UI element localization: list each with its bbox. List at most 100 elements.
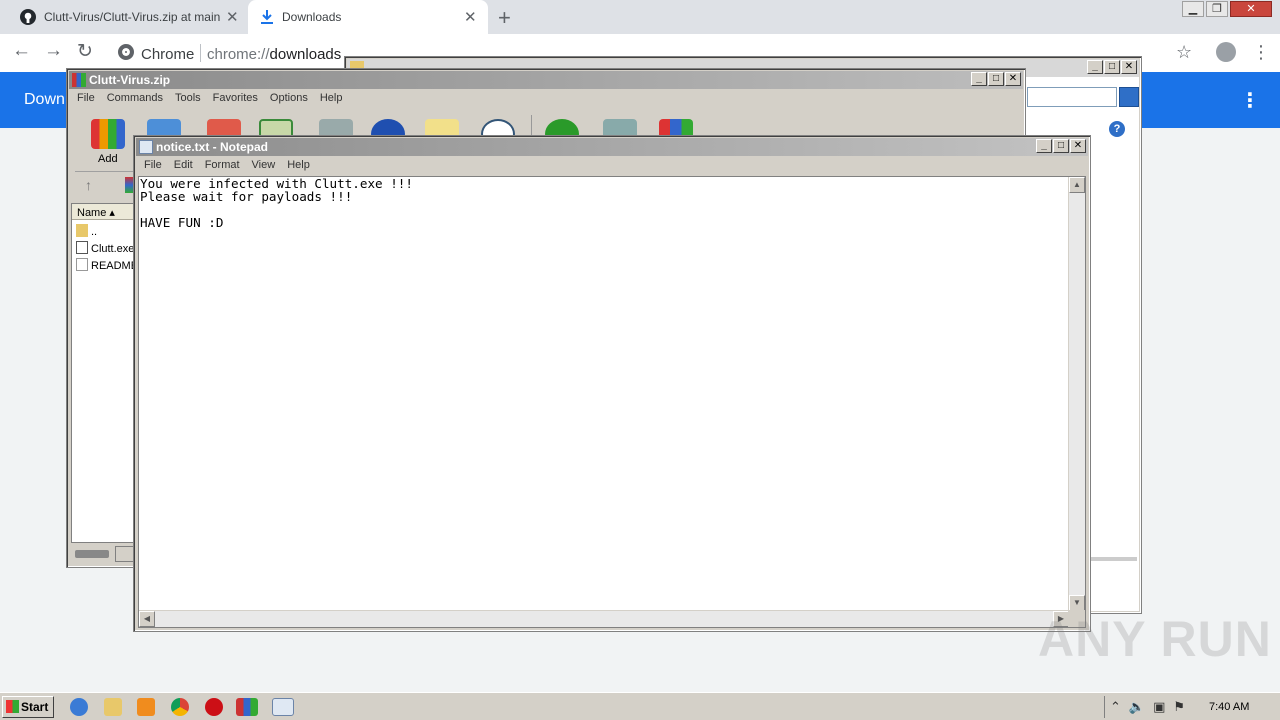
profile-icon[interactable] xyxy=(1216,42,1236,62)
star-icon[interactable]: ☆ xyxy=(1176,42,1192,63)
search-icon[interactable] xyxy=(1119,87,1139,107)
menu-file[interactable]: File xyxy=(71,90,101,108)
file-name: Clutt.exe xyxy=(91,243,134,255)
text-editor[interactable]: You were infected with Clutt.exe !!! Ple… xyxy=(138,176,1086,628)
close-button[interactable]: ✕ xyxy=(1121,60,1137,74)
winrar-statusbar xyxy=(71,545,135,563)
downloads-menu-icon[interactable]: ⋮ xyxy=(1240,88,1260,113)
exe-icon xyxy=(76,241,88,254)
menu-options[interactable]: Options xyxy=(264,90,314,108)
minimize-button[interactable]: _ xyxy=(1087,60,1103,74)
list-item[interactable]: Clutt.exe xyxy=(76,241,134,255)
list-item[interactable]: .. xyxy=(76,224,134,238)
winrar-titlebar[interactable]: Clutt-Virus.zip _ □ ✕ xyxy=(69,71,1023,89)
menu-view[interactable]: View xyxy=(246,157,282,175)
folder-icon xyxy=(76,224,88,237)
menu-file[interactable]: File xyxy=(138,157,168,175)
kebab-menu-icon[interactable]: ⋮ xyxy=(1252,42,1270,63)
window-title: notice.txt - Notepad xyxy=(156,140,269,154)
omnibox-url: chrome://downloads xyxy=(207,46,341,63)
menu-help[interactable]: Help xyxy=(281,157,316,175)
drive-icon xyxy=(75,550,109,558)
minimize-button[interactable]: ▁ xyxy=(1182,1,1204,17)
opera-icon[interactable] xyxy=(205,698,223,716)
url-prefix: chrome:// xyxy=(207,46,270,63)
add-button-label: Add xyxy=(98,153,118,165)
minimize-button[interactable]: _ xyxy=(1036,139,1052,153)
tab-close-icon[interactable]: ✕ xyxy=(464,8,477,26)
chevron-up-icon[interactable]: ⌃ xyxy=(1110,699,1121,715)
list-item[interactable]: README xyxy=(76,258,134,272)
download-icon xyxy=(261,10,273,24)
up-arrow-icon[interactable]: ↑ xyxy=(85,177,92,193)
file-name: README xyxy=(91,260,134,272)
back-arrow-icon[interactable]: ← xyxy=(12,40,31,62)
window-title: Clutt-Virus.zip xyxy=(89,73,171,87)
forward-arrow-icon[interactable]: → xyxy=(44,40,63,62)
tab-title: Clutt-Virus/Clutt-Virus.zip at main · N xyxy=(44,10,220,24)
chrome-tabstrip: Clutt-Virus/Clutt-Virus.zip at main · N … xyxy=(0,0,1280,34)
document-text[interactable]: You were infected with Clutt.exe !!! Ple… xyxy=(140,177,413,229)
omnibox-divider xyxy=(200,44,201,62)
new-tab-button[interactable]: + xyxy=(498,5,511,31)
page-title: Down xyxy=(24,91,65,108)
winrar-task-icon[interactable] xyxy=(236,698,258,716)
add-archive-icon[interactable] xyxy=(91,119,125,149)
search-input[interactable] xyxy=(1027,87,1117,107)
browser-window-controls: ▁ ❐ ✕ xyxy=(1182,1,1272,17)
notepad-window: notice.txt - Notepad _ □ ✕ File Edit For… xyxy=(133,135,1091,632)
ie-icon[interactable] xyxy=(70,698,88,716)
menu-help[interactable]: Help xyxy=(314,90,349,108)
column-label: Name xyxy=(77,207,107,219)
menu-commands[interactable]: Commands xyxy=(101,90,169,108)
url-host: downloads xyxy=(269,46,342,63)
media-player-icon[interactable] xyxy=(137,698,155,716)
winrar-icon xyxy=(72,73,86,87)
name-column-header[interactable]: Name ▴ xyxy=(72,204,134,220)
notepad-icon xyxy=(139,140,153,154)
reload-icon[interactable]: ↻ xyxy=(77,40,93,63)
notepad-menubar: File Edit Format View Help xyxy=(138,157,316,175)
vertical-scrollbar[interactable]: ▲ ▼ xyxy=(1068,177,1085,611)
menu-favorites[interactable]: Favorites xyxy=(207,90,264,108)
start-label: Start xyxy=(21,700,49,714)
start-button[interactable]: Start xyxy=(2,696,54,718)
close-button[interactable]: ✕ xyxy=(1005,72,1021,86)
anyrun-watermark: ANY RUN xyxy=(1038,611,1272,667)
menu-format[interactable]: Format xyxy=(199,157,246,175)
action-center-flag-icon[interactable]: ⚑ xyxy=(1173,699,1185,715)
winrar-menubar: File Commands Tools Favorites Options He… xyxy=(71,90,348,108)
status-cell xyxy=(115,546,135,562)
close-button[interactable]: ✕ xyxy=(1070,139,1086,153)
tray-divider xyxy=(1104,696,1105,718)
clock: 7:40 AM xyxy=(1209,701,1250,713)
explorer-strip xyxy=(1091,557,1137,561)
github-icon xyxy=(20,9,36,25)
scroll-up-icon[interactable]: ▲ xyxy=(1069,177,1085,193)
menu-edit[interactable]: Edit xyxy=(168,157,199,175)
maximize-button[interactable]: □ xyxy=(1053,139,1069,153)
restore-button[interactable]: ❐ xyxy=(1206,1,1228,17)
close-button[interactable]: ✕ xyxy=(1230,1,1272,17)
scroll-down-icon[interactable]: ▼ xyxy=(1069,595,1085,611)
explorer-icon[interactable] xyxy=(104,698,122,716)
volume-icon[interactable]: 🔈 xyxy=(1129,699,1145,715)
minimize-button[interactable]: _ xyxy=(971,72,987,86)
notepad-task-icon[interactable] xyxy=(272,698,294,716)
network-icon[interactable]: ▣ xyxy=(1153,699,1165,715)
menu-tools[interactable]: Tools xyxy=(169,90,207,108)
tab-github[interactable]: Clutt-Virus/Clutt-Virus.zip at main · N … xyxy=(0,0,246,34)
help-icon[interactable]: ? xyxy=(1109,121,1125,137)
maximize-button[interactable]: □ xyxy=(988,72,1004,86)
horizontal-scrollbar[interactable]: ◀ ▶ xyxy=(139,610,1069,627)
start-flag-icon xyxy=(6,700,19,713)
taskbar: Start ⌃ 🔈 ▣ ⚑ 7:40 AM xyxy=(0,692,1280,720)
scroll-left-icon[interactable]: ◀ xyxy=(139,611,155,627)
notepad-titlebar[interactable]: notice.txt - Notepad _ □ ✕ xyxy=(136,138,1088,156)
maximize-button[interactable]: □ xyxy=(1104,60,1120,74)
chrome-icon[interactable] xyxy=(171,698,189,716)
tab-downloads[interactable]: Downloads ✕ xyxy=(248,0,488,34)
omnibox-scheme: Chrome xyxy=(141,46,195,63)
system-tray: ⌃ 🔈 ▣ ⚑ xyxy=(1110,699,1185,715)
tab-close-icon[interactable]: ✕ xyxy=(226,8,239,26)
